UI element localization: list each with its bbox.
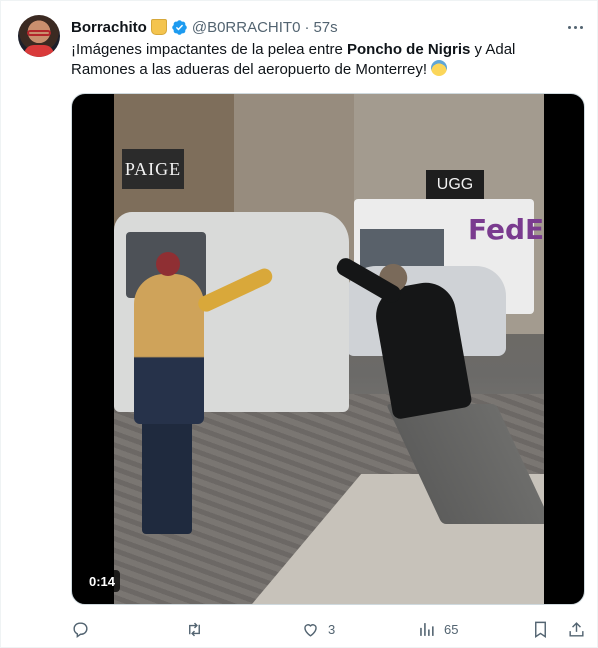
tweet-text-bold: Poncho de Nigris <box>347 41 471 58</box>
tweet-header: Borrachito @B0RRACHIT0 · 57s <box>71 17 338 37</box>
person <box>134 252 204 424</box>
action-bar: 3 65 <box>71 615 587 643</box>
store-sign: UGG <box>426 170 484 200</box>
verified-badge-icon[interactable] <box>171 19 188 36</box>
avatar-glasses <box>27 30 51 36</box>
truck-logo: FedEx <box>468 213 544 246</box>
retweet-icon <box>189 622 200 636</box>
retweet-button[interactable] <box>185 615 212 643</box>
like-button[interactable]: 3 <box>301 615 335 643</box>
tweet-card[interactable]: Borrachito @B0RRACHIT0 · 57s ¡Imágenes i… <box>0 0 598 648</box>
like-count: 3 <box>328 621 336 637</box>
more-dot-icon <box>579 25 583 29</box>
views-count: 65 <box>444 621 459 637</box>
person-legs <box>142 414 192 534</box>
video-duration-badge: 0:14 <box>84 570 121 592</box>
more-dot-icon <box>573 25 577 29</box>
bar-chart-icon <box>420 622 434 636</box>
reply-button[interactable] <box>71 615 98 643</box>
avatar-shirt <box>24 45 54 57</box>
bookmark-icon <box>535 621 546 638</box>
heart-icon <box>304 623 317 637</box>
video-player[interactable]: PAIGE UGG FedEx 0:14 <box>71 93 585 605</box>
avatar[interactable] <box>18 15 60 57</box>
store-sign: PAIGE <box>122 149 184 189</box>
tweet-text-part: ¡Imágenes impactantes de la pelea entre <box>71 41 347 58</box>
author-handle[interactable]: @B0RRACHIT0 <box>192 19 301 36</box>
tweet-text: ¡Imágenes impactantes de la pelea entre … <box>71 40 571 80</box>
views-button[interactable]: 65 <box>417 615 458 643</box>
reply-icon <box>73 621 88 638</box>
anxious-face-emoji-icon <box>431 60 448 76</box>
truck-window <box>360 229 444 269</box>
bookmark-button[interactable] <box>531 615 550 643</box>
more-dot-icon <box>567 25 571 29</box>
author-name[interactable]: Borrachito <box>71 19 147 36</box>
person-head <box>156 252 180 276</box>
separator-dot: · <box>304 18 310 36</box>
timestamp[interactable]: 57s <box>313 19 337 36</box>
video-frame[interactable]: PAIGE UGG FedEx <box>114 94 544 604</box>
more-options-button[interactable] <box>563 17 587 37</box>
share-button[interactable] <box>567 615 586 643</box>
beer-mug-emoji-icon <box>150 19 167 35</box>
share-icon <box>569 621 584 637</box>
